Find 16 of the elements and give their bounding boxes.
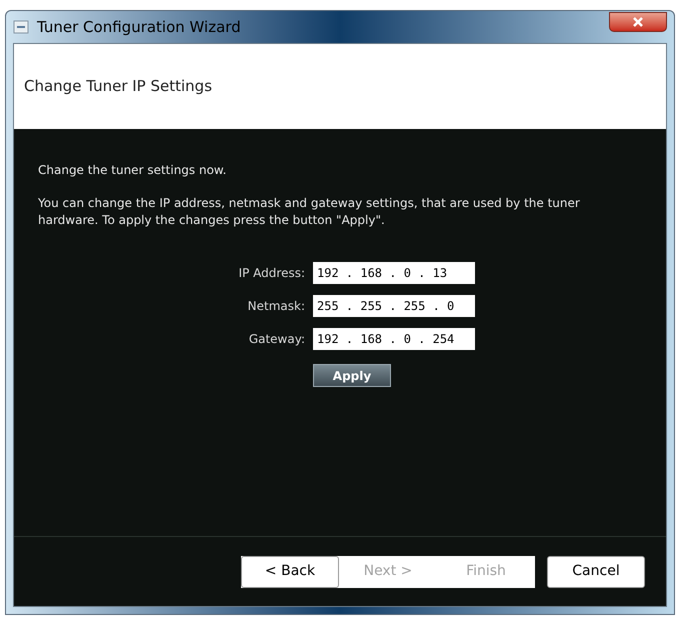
field-label: Netmask: <box>246 298 305 315</box>
description-text: You can change the IP address, netmask and gateway settings, that are used by the tuner hardware. To apply the changes press the button "Apply". <box>38 195 581 229</box>
intro-text: Change the tuner settings now. <box>38 162 228 179</box>
field-label: Gateway: <box>248 331 305 348</box>
wizard-button[interactable]: < Back <box>241 556 339 588</box>
field-label: IP Address: <box>238 265 305 282</box>
window-title: Tuner Configuration Wizard <box>37 16 241 38</box>
ip-field[interactable]: 192 . 168 . 0 . 13 <box>313 262 475 284</box>
wizard-button[interactable]: Cancel <box>547 556 645 588</box>
ip-field[interactable]: 255 . 255 . 255 . 0 <box>313 295 475 317</box>
app-icon <box>13 19 29 35</box>
ip-field[interactable]: 192 . 168 . 0 . 254 <box>313 328 475 350</box>
close-button[interactable] <box>609 12 667 32</box>
page-title: Change Tuner IP Settings <box>24 76 212 98</box>
apply-button[interactable]: Apply <box>313 364 391 387</box>
close-icon <box>632 17 644 27</box>
